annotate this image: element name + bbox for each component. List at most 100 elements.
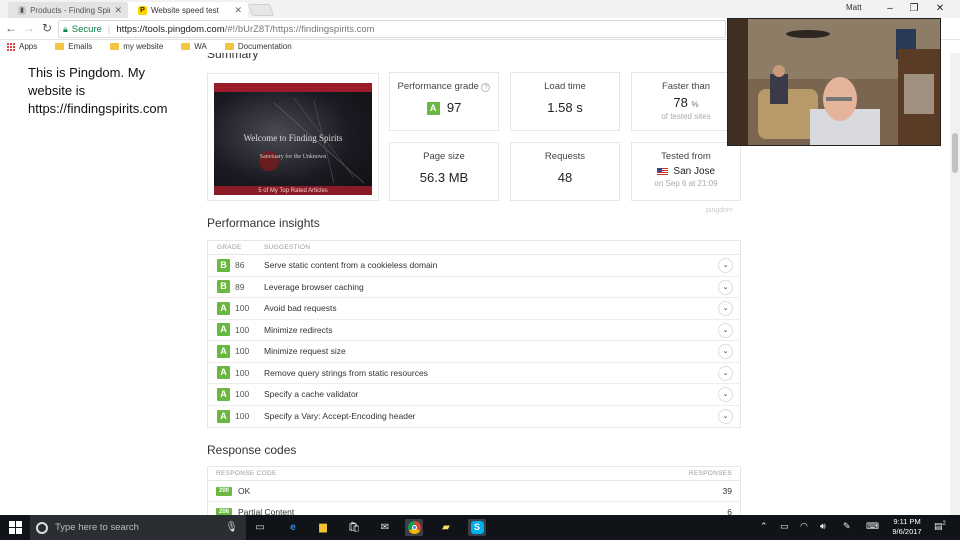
grade-cell: A: [208, 301, 235, 315]
insight-row[interactable]: B 89 Leverage browser caching ⌄: [208, 277, 740, 298]
column-grade: GRADE: [217, 244, 242, 251]
profile-name[interactable]: Matt: [846, 3, 862, 12]
faster-than-card: Faster than 78 % of tested sites: [631, 72, 741, 131]
insight-row[interactable]: A 100 Minimize redirects ⌄: [208, 320, 740, 341]
grade-badge: A: [217, 387, 230, 401]
card-label: Requests: [544, 151, 586, 162]
sticky-notes-icon[interactable]: ▰: [437, 519, 455, 536]
chevron-down-icon[interactable]: ⌄: [718, 301, 733, 316]
windows-start-icon[interactable]: [9, 521, 22, 534]
grade-cell: A: [208, 366, 235, 380]
back-arrow-icon[interactable]: ←: [4, 21, 18, 35]
keyboard-icon[interactable]: ⌨: [866, 521, 879, 532]
pen-icon[interactable]: ✎: [843, 521, 851, 532]
task-view-icon[interactable]: ▭: [251, 519, 269, 536]
insight-row[interactable]: B 86 Serve static content from a cookieles…: [208, 255, 740, 277]
store-icon[interactable]: 🛍︎: [345, 519, 363, 536]
grade-badge: B: [217, 280, 230, 294]
edge-browser-icon[interactable]: e: [284, 519, 302, 536]
score-value: 100: [235, 411, 250, 422]
card-label: Tested from: [661, 151, 711, 162]
response-row: 200 OK 39: [208, 481, 740, 502]
bookmark-label: Apps: [19, 42, 38, 51]
insight-row[interactable]: A 100 Avoid bad requests ⌄: [208, 298, 740, 320]
forward-arrow-icon[interactable]: →: [22, 21, 36, 35]
tab-products[interactable]: ▮ Products - Finding Spirits ✕: [8, 2, 128, 18]
maximize-icon[interactable]: ❐: [904, 2, 924, 16]
grade-cell: B: [208, 258, 235, 272]
chevron-down-icon[interactable]: ⌄: [718, 322, 733, 338]
site-screenshot-card: Welcome to Finding Spirits Sanctuary for…: [207, 73, 379, 201]
page-scrollbar[interactable]: [950, 53, 960, 515]
status-code-badge: 200: [216, 486, 233, 496]
taskbar-clock[interactable]: 9:11 PM 9/6/2017: [887, 517, 927, 537]
grade-badge: A: [217, 301, 230, 315]
bookmark-wa[interactable]: WA: [181, 42, 207, 51]
minimize-icon[interactable]: –: [880, 2, 900, 16]
new-tab-button[interactable]: [247, 4, 275, 16]
chevron-down-icon[interactable]: ⌄: [718, 344, 733, 359]
battery-icon[interactable]: ▭: [780, 521, 789, 532]
volume-icon[interactable]: 🔊︎: [820, 521, 826, 532]
requests-value: 48: [557, 170, 573, 185]
tested-from-value: San Jose: [632, 166, 740, 177]
action-center-icon[interactable]: ▤2: [934, 521, 946, 532]
insight-row[interactable]: A 100 Specify a Vary: Accept-Encoding head…: [208, 406, 740, 428]
chevron-down-icon[interactable]: ⌄: [718, 408, 733, 424]
us-flag-icon: [656, 167, 668, 175]
insights-table: GRADE SUGGESTION B 86 Serve static content…: [207, 240, 741, 428]
insight-row[interactable]: A 100 Minimize request size ⌄: [208, 341, 740, 363]
chevron-down-icon[interactable]: ⌄: [718, 279, 733, 295]
card-label: Load time: [544, 81, 586, 92]
webcam-video: [728, 19, 940, 145]
score-value: 100: [235, 303, 250, 314]
address-bar[interactable]: 🔒︎ Secure | https://tools.pingdom.com /#…: [58, 20, 726, 38]
suggestion-text: Leverage browser caching: [264, 281, 364, 292]
help-icon[interactable]: ?: [481, 83, 491, 92]
url-host: https://tools.pingdom.com: [116, 23, 225, 35]
chrome-icon[interactable]: [405, 519, 423, 536]
card-label: Page size: [423, 151, 465, 162]
screenshot-articles: 5 of My Top Rated Articles: [258, 188, 328, 194]
file-explorer-icon[interactable]: ▆: [314, 519, 332, 536]
insight-row[interactable]: A 100 Remove query strings from static res…: [208, 363, 740, 384]
close-window-icon[interactable]: ✕: [930, 2, 950, 16]
annotation-text: This is Pingdom. My website is https://f…: [28, 65, 168, 116]
grade-badge: A: [426, 102, 440, 116]
performance-grade-card: Performance grade ? A 97: [389, 72, 499, 131]
site-favicon-icon: ▮: [18, 5, 27, 15]
chevron-down-icon[interactable]: ⌄: [718, 365, 733, 381]
suggestion-text: Specify a Vary: Accept-Encoding header: [264, 411, 416, 422]
score-value: 100: [235, 367, 250, 378]
insight-row[interactable]: A 100 Specify a cache validator ⌄: [208, 384, 740, 406]
column-suggestion: SUGGESTION: [264, 244, 311, 251]
tab-website-speed-test[interactable]: P Website speed test ✕: [128, 2, 248, 18]
bookmark-apps[interactable]: Apps: [7, 42, 37, 51]
wifi-icon[interactable]: ◠: [800, 521, 808, 532]
bookmark-emails[interactable]: Emails: [55, 42, 92, 51]
grade-badge: A: [217, 409, 230, 423]
chevron-down-icon[interactable]: ⌄: [718, 258, 733, 273]
column-responses: RESPONSES: [688, 470, 732, 477]
suggestion-text: Avoid bad requests: [264, 303, 337, 314]
load-time-value: 1.58 s: [547, 100, 583, 115]
apps-grid-icon: [7, 42, 15, 51]
chevron-down-icon[interactable]: ⌄: [718, 387, 733, 402]
pingdom-favicon-icon: P: [138, 5, 147, 15]
microphone-icon[interactable]: 🎙︎: [225, 522, 238, 533]
skype-icon[interactable]: S: [468, 519, 486, 536]
taskbar-search[interactable]: Type here to search 🎙︎: [30, 515, 246, 540]
mail-icon[interactable]: ✉: [376, 519, 394, 536]
bookmark-my-website[interactable]: my website: [110, 42, 163, 51]
page-size-card: Page size 56.3 MB: [389, 142, 499, 201]
pingdom-brand: pingdom: [706, 207, 733, 214]
bookmark-documentation[interactable]: Documentation: [224, 42, 292, 51]
chevron-up-icon[interactable]: ⌃: [760, 521, 768, 532]
close-tab-icon[interactable]: ✕: [234, 5, 242, 16]
response-table-header: RESPONSE CODE RESPONSES: [208, 467, 740, 481]
windows-taskbar: Type here to search 🎙︎ ▭ e ▆ 🛍︎ ✉ ▰ S ⌃ …: [0, 515, 960, 540]
scrollbar-thumb[interactable]: [952, 133, 958, 173]
close-tab-icon[interactable]: ✕: [114, 5, 122, 16]
requests-card: Requests 48: [510, 142, 620, 201]
reload-icon[interactable]: ↻: [40, 21, 54, 35]
